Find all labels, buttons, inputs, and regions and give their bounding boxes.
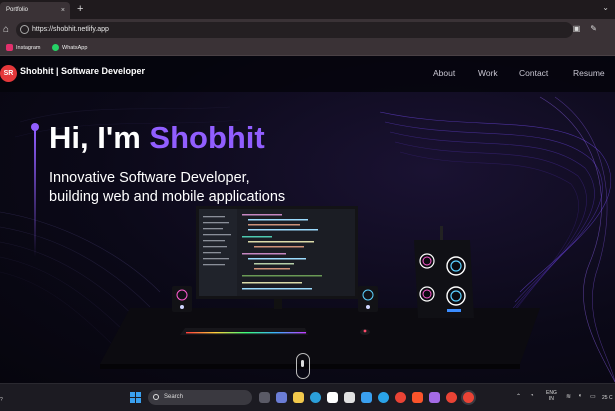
- desk-setup-3d-model: [100, 206, 540, 369]
- desk-edge: [100, 364, 520, 369]
- tab-title: Portfolio: [6, 7, 29, 13]
- left-speaker-tweeter: [180, 305, 184, 309]
- vscode-icon[interactable]: [361, 392, 372, 403]
- keyboard-rgb-strip: [186, 332, 306, 334]
- mouse-led: [363, 329, 367, 333]
- os-taskbar: ? Search ⌃ ◔ ENG IN ≋ ◖ ▭ 25 C: [0, 383, 615, 411]
- windows-start-icon[interactable]: [130, 392, 141, 403]
- portfolio-page: SR Shobhit | Software Developer About Wo…: [0, 56, 615, 383]
- battery-icon[interactable]: ▭: [590, 393, 596, 400]
- new-tab-button[interactable]: +: [77, 1, 83, 18]
- teams-icon[interactable]: [276, 392, 287, 403]
- search-icon: [153, 394, 159, 400]
- taskbar-left-fragment: ?: [0, 397, 3, 403]
- instagram-icon: [6, 44, 13, 52]
- volume-icon[interactable]: ◔: [530, 393, 534, 399]
- chrome-icon[interactable]: [395, 392, 406, 403]
- tab-close-icon[interactable]: ×: [61, 2, 65, 19]
- edge-icon[interactable]: [310, 392, 321, 403]
- store-icon[interactable]: [327, 392, 338, 403]
- whatsapp-icon: [52, 44, 59, 52]
- bookmark-label: WhatsApp: [62, 45, 88, 51]
- bookmarks-bar: Instagram WhatsApp: [0, 41, 615, 56]
- scroll-indicator[interactable]: [296, 353, 310, 379]
- region-code: IN: [548, 396, 554, 402]
- tab-portfolio[interactable]: Portfolio ×: [0, 2, 70, 19]
- taskbar-search[interactable]: Search: [148, 390, 252, 405]
- address-bar-row: ⌂ https://shobhit.netlify.app ▣✎: [0, 19, 615, 41]
- url-field[interactable]: https://shobhit.netlify.app: [16, 22, 573, 38]
- file-explorer-icon[interactable]: [293, 392, 304, 403]
- desk-top: [100, 308, 540, 364]
- telegram-icon[interactable]: [378, 392, 389, 403]
- tab-search-chevron-icon[interactable]: ⌄: [602, 3, 609, 12]
- bookmark-instagram[interactable]: Instagram: [6, 41, 40, 55]
- language-indicator[interactable]: ENG IN: [546, 390, 557, 402]
- bookmark-whatsapp[interactable]: WhatsApp: [52, 41, 87, 55]
- browser-tab-strip: Portfolio × + ⌄: [0, 0, 615, 19]
- taskbar-search-placeholder: Search: [164, 394, 184, 400]
- wifi-icon[interactable]: ≋: [566, 393, 571, 400]
- app-icon[interactable]: [344, 392, 355, 403]
- monitor-stand: [274, 299, 282, 309]
- url-text: https://shobhit.netlify.app: [32, 26, 109, 33]
- site-info-icon[interactable]: [20, 25, 29, 34]
- pc-cable: [440, 226, 443, 240]
- chrome-profile-icon[interactable]: [446, 392, 457, 403]
- right-speaker-tweeter: [366, 305, 370, 309]
- bookmark-label: Instagram: [16, 45, 41, 51]
- tray-chevron-icon[interactable]: ⌃: [516, 393, 521, 400]
- brave-icon[interactable]: [412, 392, 423, 403]
- keyboard: [180, 328, 308, 335]
- chrome-active-icon[interactable]: [463, 392, 474, 403]
- scroll-indicator-dot: [301, 360, 304, 367]
- home-icon[interactable]: ⌂: [3, 24, 9, 35]
- extension-icons[interactable]: ▣✎: [573, 24, 607, 33]
- task-view-icon[interactable]: [259, 392, 270, 403]
- pc-case: [414, 240, 474, 318]
- speaker-icon[interactable]: ◖: [578, 393, 582, 399]
- app-icon-2[interactable]: [429, 392, 440, 403]
- pc-led-strip: [447, 309, 461, 312]
- taskbar-clock[interactable]: 25 C: [602, 395, 613, 401]
